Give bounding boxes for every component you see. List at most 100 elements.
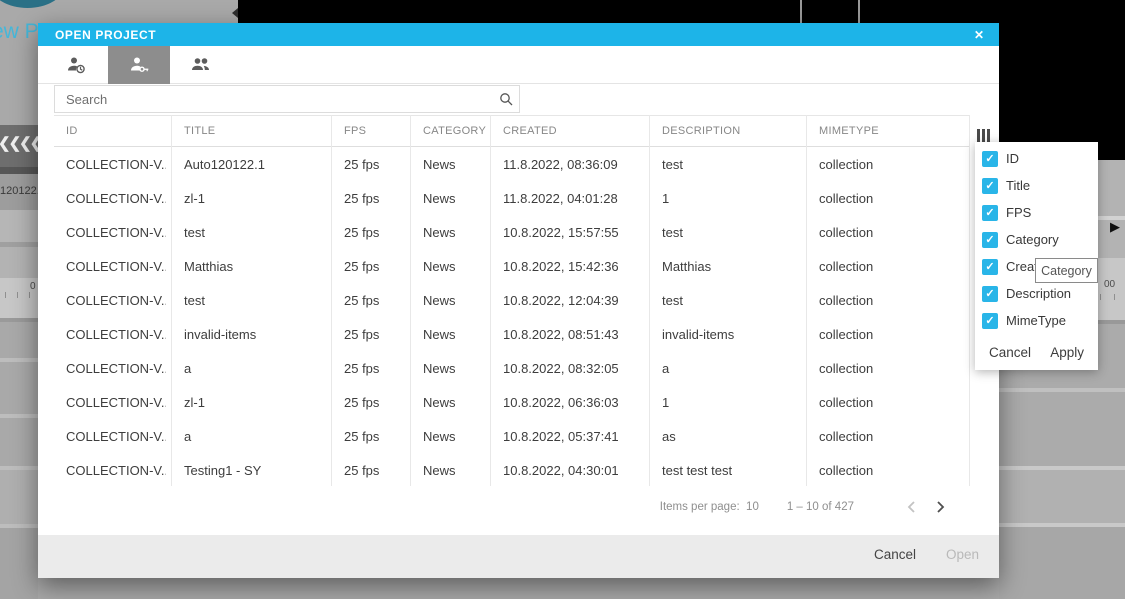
column-option[interactable]: ✓ Title xyxy=(975,172,1098,199)
cell-mimetype: collection xyxy=(819,361,874,376)
cell-fps: 25 fps xyxy=(344,429,380,444)
table-row[interactable]: COLLECTION-V... Testing1 - SY 25 fps New… xyxy=(54,454,970,488)
cell-id: COLLECTION-V... xyxy=(66,361,166,376)
cell-created: 10.8.2022, 05:37:41 xyxy=(503,429,619,444)
checkbox-checked-icon[interactable]: ✓ xyxy=(982,285,998,302)
checkbox-checked-icon[interactable]: ✓ xyxy=(982,231,998,248)
menu-cancel-button[interactable]: Cancel xyxy=(989,345,1031,360)
dialog-tabs xyxy=(38,46,999,84)
checkbox-checked-icon[interactable]: ✓ xyxy=(982,204,998,221)
background-divider xyxy=(800,0,802,23)
column-option[interactable]: ✓ ID xyxy=(975,145,1098,172)
table-row[interactable]: COLLECTION-V... a 25 fps News 10.8.2022,… xyxy=(54,352,970,386)
cell-mimetype: collection xyxy=(819,429,874,444)
cell-id: COLLECTION-V... xyxy=(66,327,166,342)
tooltip: Category xyxy=(1035,258,1098,283)
cell-created: 11.8.2022, 08:36:09 xyxy=(503,157,618,172)
column-option-label: ID xyxy=(1006,151,1019,166)
cell-category: News xyxy=(423,157,456,172)
next-page-button[interactable] xyxy=(926,493,954,521)
cell-category: News xyxy=(423,293,456,308)
cell-category: News xyxy=(423,327,456,342)
cell-description: as xyxy=(662,429,676,444)
background-clip-row: 120122. xyxy=(0,174,40,210)
background-band xyxy=(0,528,38,599)
cell-fps: 25 fps xyxy=(344,225,380,240)
background-band xyxy=(999,470,1125,523)
cell-created: 10.8.2022, 08:51:43 xyxy=(503,327,619,342)
cell-id: COLLECTION-V... xyxy=(66,225,166,240)
column-option[interactable]: ✓ MimeType xyxy=(975,307,1098,334)
projects-table: ID TITLE FPS CATEGORY CREATED DESCRIPTIO… xyxy=(54,115,970,487)
close-icon[interactable]: ✕ xyxy=(970,26,988,44)
table-row[interactable]: COLLECTION-V... Auto120122.1 25 fps News… xyxy=(54,148,970,182)
menu-apply-button[interactable]: Apply xyxy=(1050,345,1084,360)
cell-fps: 25 fps xyxy=(344,395,380,410)
ruler-tick xyxy=(5,292,6,298)
column-option-label: Description xyxy=(1006,286,1072,301)
cell-id: COLLECTION-V... xyxy=(66,259,166,274)
column-option-label: FPS xyxy=(1006,205,1032,220)
cell-created: 10.8.2022, 04:30:01 xyxy=(503,463,619,478)
cell-id: COLLECTION-V... xyxy=(66,395,166,410)
tab-my-projects[interactable] xyxy=(108,46,170,84)
column-option[interactable]: ✓ FPS xyxy=(975,199,1098,226)
tab-all-projects[interactable] xyxy=(170,46,232,84)
play-icon: ▶ xyxy=(1110,219,1120,234)
items-per-page-label: Items per page: xyxy=(659,500,740,513)
tab-recent-projects[interactable] xyxy=(46,46,108,84)
background-band xyxy=(0,318,38,322)
background-band xyxy=(0,167,38,174)
cell-mimetype: collection xyxy=(819,157,874,172)
cell-category: News xyxy=(423,225,456,240)
cell-title: test xyxy=(184,293,205,308)
search-input[interactable] xyxy=(55,91,493,107)
table-row[interactable]: COLLECTION-V... invalid-items 25 fps New… xyxy=(54,318,970,352)
checkbox-checked-icon[interactable]: ✓ xyxy=(982,258,998,275)
table-row[interactable]: COLLECTION-V... test 25 fps News 10.8.20… xyxy=(54,284,970,318)
background-clip-name: 120122. xyxy=(0,185,40,197)
table-row[interactable]: COLLECTION-V... test 25 fps News 10.8.20… xyxy=(54,216,970,250)
cell-mimetype: collection xyxy=(819,293,874,308)
background-band xyxy=(0,470,38,524)
cell-description: test xyxy=(662,157,683,172)
column-option[interactable]: ✓ Category xyxy=(975,226,1098,253)
background-track-divider xyxy=(999,388,1125,392)
previous-page-button[interactable] xyxy=(898,493,926,521)
table-row[interactable]: COLLECTION-V... Matthias 25 fps News 10.… xyxy=(54,250,970,284)
film-strip-icon: ❮❮❮❮ xyxy=(0,135,38,152)
background-logo-circle xyxy=(0,0,64,8)
background-timeline-ruler-left: 0 xyxy=(0,278,38,318)
cell-title: zl-1 xyxy=(184,395,205,410)
cell-category: News xyxy=(423,191,456,206)
ruler-tick xyxy=(1114,294,1115,300)
cancel-button[interactable]: Cancel xyxy=(874,547,916,562)
cell-description: a xyxy=(662,361,670,376)
table-row[interactable]: COLLECTION-V... a 25 fps News 10.8.2022,… xyxy=(54,420,970,454)
checkbox-checked-icon[interactable]: ✓ xyxy=(982,312,998,329)
open-button[interactable]: Open xyxy=(946,547,979,562)
table-row[interactable]: COLLECTION-V... zl-1 25 fps News 11.8.20… xyxy=(54,182,970,216)
cell-id: COLLECTION-V... xyxy=(66,191,166,206)
checkbox-checked-icon[interactable]: ✓ xyxy=(982,177,998,194)
search-box xyxy=(54,85,520,113)
cell-created: 10.8.2022, 15:42:36 xyxy=(503,259,619,274)
column-option[interactable]: ✓ Description xyxy=(975,280,1098,307)
cell-category: News xyxy=(423,395,456,410)
user-key-icon xyxy=(128,55,150,75)
cell-mimetype: collection xyxy=(819,225,874,240)
background-top-bar xyxy=(238,0,1125,23)
chevron-left-icon xyxy=(907,500,915,513)
cell-description: Matthias xyxy=(662,259,712,274)
cell-id: COLLECTION-V... xyxy=(66,429,166,444)
checkbox-checked-icon[interactable]: ✓ xyxy=(982,150,998,167)
paginator: Items per page: 10 1 – 10 of 427 xyxy=(38,487,999,526)
background-band xyxy=(0,210,38,242)
items-per-page-value[interactable]: 10 xyxy=(746,501,759,513)
column-chooser-menu: ✓ ID ✓ Title ✓ FPS ✓ Category ✓ Created … xyxy=(975,142,1098,370)
cell-fps: 25 fps xyxy=(344,157,380,172)
table-row[interactable]: COLLECTION-V... zl-1 25 fps News 10.8.20… xyxy=(54,386,970,420)
background-arrow-marker xyxy=(232,8,238,18)
cell-fps: 25 fps xyxy=(344,191,380,206)
cell-description: test xyxy=(662,225,683,240)
